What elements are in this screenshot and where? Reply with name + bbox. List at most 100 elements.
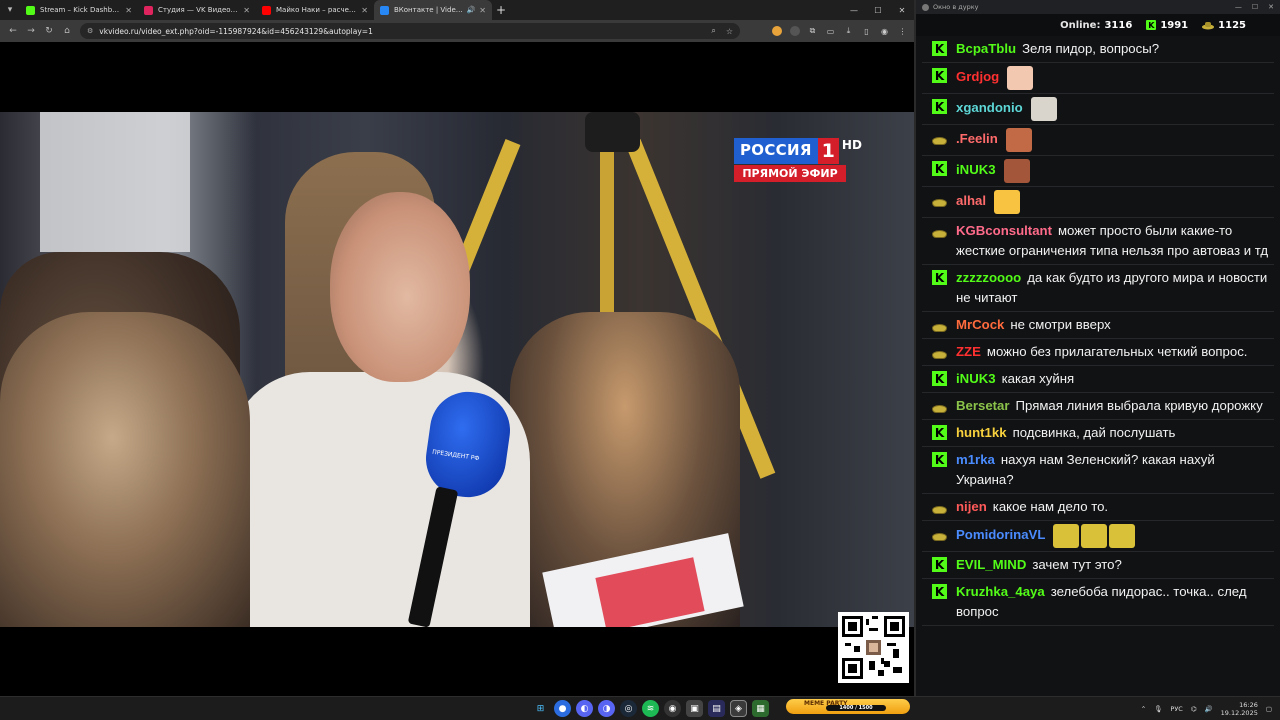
chat-titlebar: Окно в дурку — ☐ ✕ [916,0,1280,14]
chat-username[interactable]: KGBconsultant [956,223,1052,238]
app-icon-4[interactable]: ▦ [752,700,769,717]
app-icon [922,3,929,11]
chat-username[interactable]: Kruzhka_4aya [956,584,1045,599]
browser-tab[interactable]: Stream – Kick Dashboard ✕ [20,0,138,20]
profile-avatar-icon[interactable]: ◉ [877,24,892,39]
chat-text: какая хуйня [1001,371,1075,386]
spotify-icon[interactable]: ≋ [642,700,659,717]
browser-tab[interactable]: Студия — VK Видео Live ✕ [138,0,256,20]
chat-username[interactable]: Bersetar [956,398,1010,413]
clock-time: 16:26 [1239,701,1258,709]
split-view-icon[interactable]: ▯ [859,24,874,39]
vk-hat-badge-icon [932,192,947,207]
vk-hat-badge-icon [932,130,947,145]
start-menu-icon[interactable]: ⊞ [532,700,549,717]
extension-icon-2[interactable] [787,24,802,39]
tab-close-icon[interactable]: ✕ [125,6,132,15]
tab-close-icon[interactable]: ✕ [243,6,250,15]
download-icon[interactable]: ⤓ [841,24,856,39]
chat-message: K ВсраТblu Зеля пидор, вопросы? [922,36,1274,63]
maximize-icon[interactable]: ☐ [866,0,890,20]
tab-audio-icon[interactable]: 🔊 [467,6,476,14]
app-icon-3[interactable]: ◈ [730,700,747,717]
kick-badge-icon: K [932,557,947,572]
browser-tab[interactable]: Майко Наки – расчеловечива...✕ [256,0,374,20]
reload-icon[interactable]: ↻ [40,22,58,40]
chat-username[interactable]: EVIL_MIND [956,557,1026,572]
bookmark-star-icon[interactable]: ☆ [726,27,733,36]
discord-icon[interactable]: ◐ [576,700,593,717]
chat-username[interactable]: nijen [956,499,987,514]
sidebar-icon[interactable]: ▭ [823,24,838,39]
tabs-container: Stream – Kick Dashboard ✕ Студия — VK Виде… [20,0,492,20]
obs-icon[interactable]: ◉ [664,700,681,717]
url-text[interactable]: vkvideo.ru/video_ext.php?oid=-115987924&… [99,27,701,36]
chat-username[interactable]: Grdjog [956,69,999,84]
chat-message: Kxgandonio [922,94,1274,125]
chat-username[interactable]: alhal [956,193,986,208]
browser-tab[interactable]: ВКонтакте | Video Ext🔊✕ [374,0,492,20]
volume-icon[interactable]: 🔊 [1205,705,1213,713]
kick-badge-icon: K [932,99,947,114]
discord-alt-icon[interactable]: ◑ [598,700,615,717]
tab-search-icon[interactable]: ▾ [0,0,20,20]
steam-icon[interactable]: ◎ [620,700,637,717]
maximize-icon[interactable]: ☐ [1252,3,1258,11]
chat-username[interactable]: iNUK3 [956,162,996,177]
clock[interactable]: 16:26 19.12.2025 [1221,701,1258,717]
notifications-icon[interactable]: ▢ [1266,705,1272,713]
chat-username[interactable]: ВсраТblu [956,41,1016,56]
tray-chevron-icon[interactable]: ⌃ [1141,705,1146,713]
home-icon[interactable]: ⌂ [58,22,76,40]
chat-username[interactable]: xgandonio [956,100,1023,115]
close-icon[interactable]: ✕ [890,0,914,20]
vk-count: 1125 [1218,19,1246,31]
extensions-puzzle-icon[interactable]: ⧉ [805,24,820,39]
online-count: 3116 [1104,19,1133,31]
tab-close-icon[interactable]: ✕ [361,6,368,15]
chat-message-list[interactable]: K ВсраТblu Зеля пидор, вопросы? K Grdjog Kxga… [922,36,1274,626]
chat-stats-bar: Online: 3116 K 1991 1125 [916,14,1280,36]
video-background-window [40,112,190,252]
chat-emote-icon [1007,66,1034,90]
forward-icon[interactable]: → [22,22,40,40]
chat-text: какое нам дело то. [992,499,1109,514]
chrome-icon[interactable]: ● [554,700,571,717]
address-bar[interactable]: ⚙ vkvideo.ru/video_ext.php?oid=-11598792… [80,23,740,39]
kick-badge-icon: K [932,584,947,599]
minimize-icon[interactable]: — [842,0,866,20]
chat-username[interactable]: m1rka [956,452,995,467]
video-player[interactable]: ПРЕЗИДЕНТ РФ РОССИЯ 1 HD ПРЯМОЙ ЭФИР [0,112,914,627]
chat-username[interactable]: iNUK3 [956,371,996,386]
vk-hat-icon [1202,21,1215,29]
taskbar-apps: ⊞ ● ◐ ◑ ◎ ≋ ◉ ▣ ▤ ◈ ▦ [532,700,769,717]
chat-username[interactable]: MrCock [956,317,1004,332]
new-tab-button[interactable]: + [492,0,510,20]
app-icon-2[interactable]: ▤ [708,700,725,717]
kick-viewers-stat: K 1991 [1146,20,1188,31]
site-info-icon[interactable]: ⚙ [87,27,93,35]
back-icon[interactable]: ← [4,22,22,40]
tab-close-icon[interactable]: ✕ [479,6,486,15]
system-tray: ⌃ 🎙 РУС ⌬ 🔊 16:26 19.12.2025 ▢ [1141,697,1272,720]
mic-icon[interactable]: 🎙 [1154,705,1162,713]
chat-username[interactable]: PomidorinaVL [956,527,1045,542]
chat-username[interactable]: .Feelin [956,131,998,146]
chat-username[interactable]: ZZE [956,344,981,359]
close-icon[interactable]: ✕ [1268,3,1274,11]
network-icon[interactable]: ⌬ [1191,705,1197,713]
language-indicator[interactable]: РУС [1170,705,1182,713]
browser-menu-icon[interactable]: ⋮ [895,24,910,39]
extension-icon-1[interactable] [769,24,784,39]
zoom-icon[interactable]: ⌕ [711,26,715,36]
chat-username[interactable]: hunt1kk [956,425,1007,440]
vk-viewers-stat: 1125 [1202,20,1246,31]
tab-favicon-icon [144,5,153,15]
chat-username[interactable]: zzzzzoooo [956,270,1021,285]
chat-window: Окно в дурку — ☐ ✕ Online: 3116 K 1991 1… [914,0,1280,696]
minimize-icon[interactable]: — [1235,3,1242,11]
chat-message: MrCock не смотри вверх [922,312,1274,339]
app-icon-1[interactable]: ▣ [686,700,703,717]
chat-emote-icon [1005,128,1032,152]
meme-party-widget: MEME PARTY 1400 / 1500 [786,699,910,714]
